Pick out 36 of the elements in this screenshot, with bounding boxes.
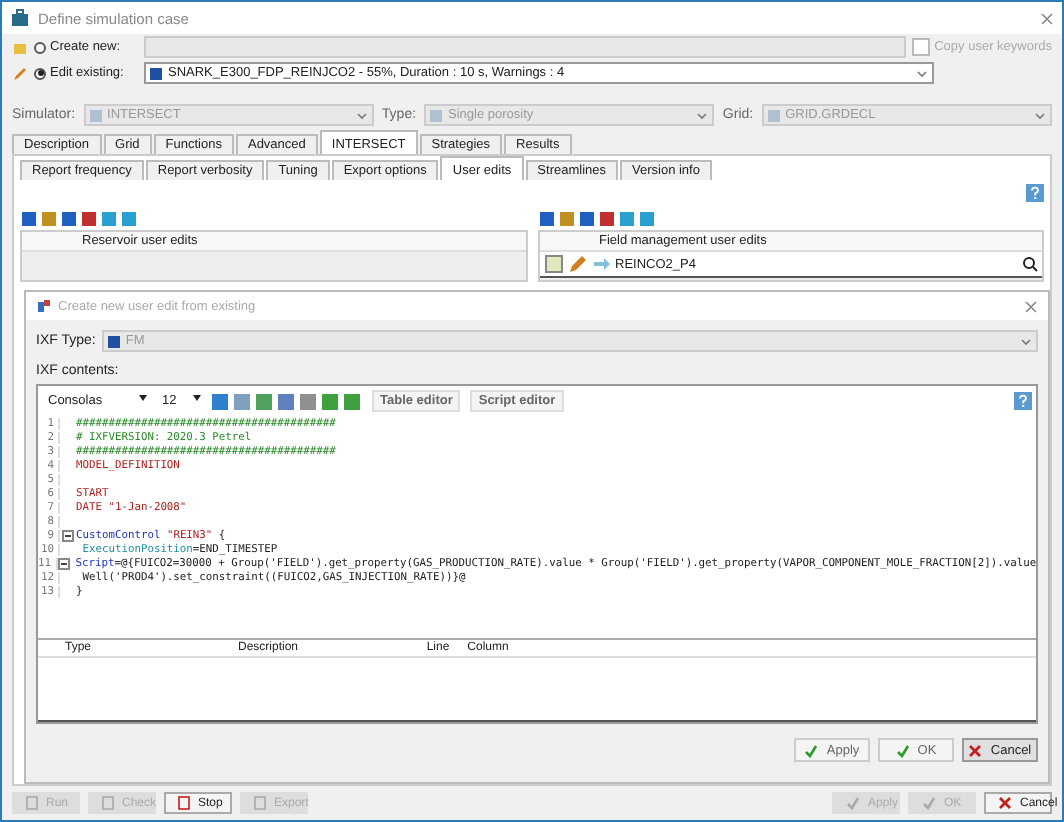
help-icon[interactable]	[1026, 184, 1044, 202]
code-editor[interactable]	[36, 384, 1038, 724]
help-icon[interactable]	[1014, 392, 1032, 410]
document-icon	[102, 796, 114, 810]
fold-icon[interactable]	[57, 557, 69, 569]
search-icon[interactable]	[1022, 256, 1038, 272]
name-field[interactable]	[144, 36, 907, 58]
suitcase-icon	[10, 8, 30, 28]
cancel-icon	[968, 743, 983, 757]
pencil-icon	[12, 65, 28, 81]
user-edit-icon	[36, 298, 52, 314]
caret-icon	[192, 394, 202, 402]
type-icon	[107, 335, 120, 347]
arrow-icon	[591, 254, 611, 274]
document-icon	[26, 796, 38, 810]
check-icon	[922, 796, 936, 810]
caret-icon	[138, 394, 148, 402]
close-icon[interactable]	[1040, 11, 1054, 25]
caret-icon	[1020, 337, 1032, 345]
caret-icon	[355, 111, 368, 119]
check-icon	[846, 796, 860, 810]
check-icon	[804, 743, 819, 757]
setting-icon	[767, 109, 780, 121]
document-icon	[178, 796, 190, 810]
document-icon	[254, 796, 266, 810]
caret-icon	[1033, 111, 1046, 119]
setting-icon	[89, 109, 102, 121]
caret-icon	[696, 111, 709, 119]
case-icon	[150, 67, 162, 79]
fold-icon[interactable]	[62, 529, 74, 541]
close-icon[interactable]	[1024, 299, 1038, 313]
cancel-icon	[998, 796, 1012, 810]
check-icon	[895, 743, 910, 757]
setting-icon	[430, 109, 443, 121]
caret-icon	[916, 69, 928, 77]
add-icon[interactable]	[543, 254, 563, 274]
